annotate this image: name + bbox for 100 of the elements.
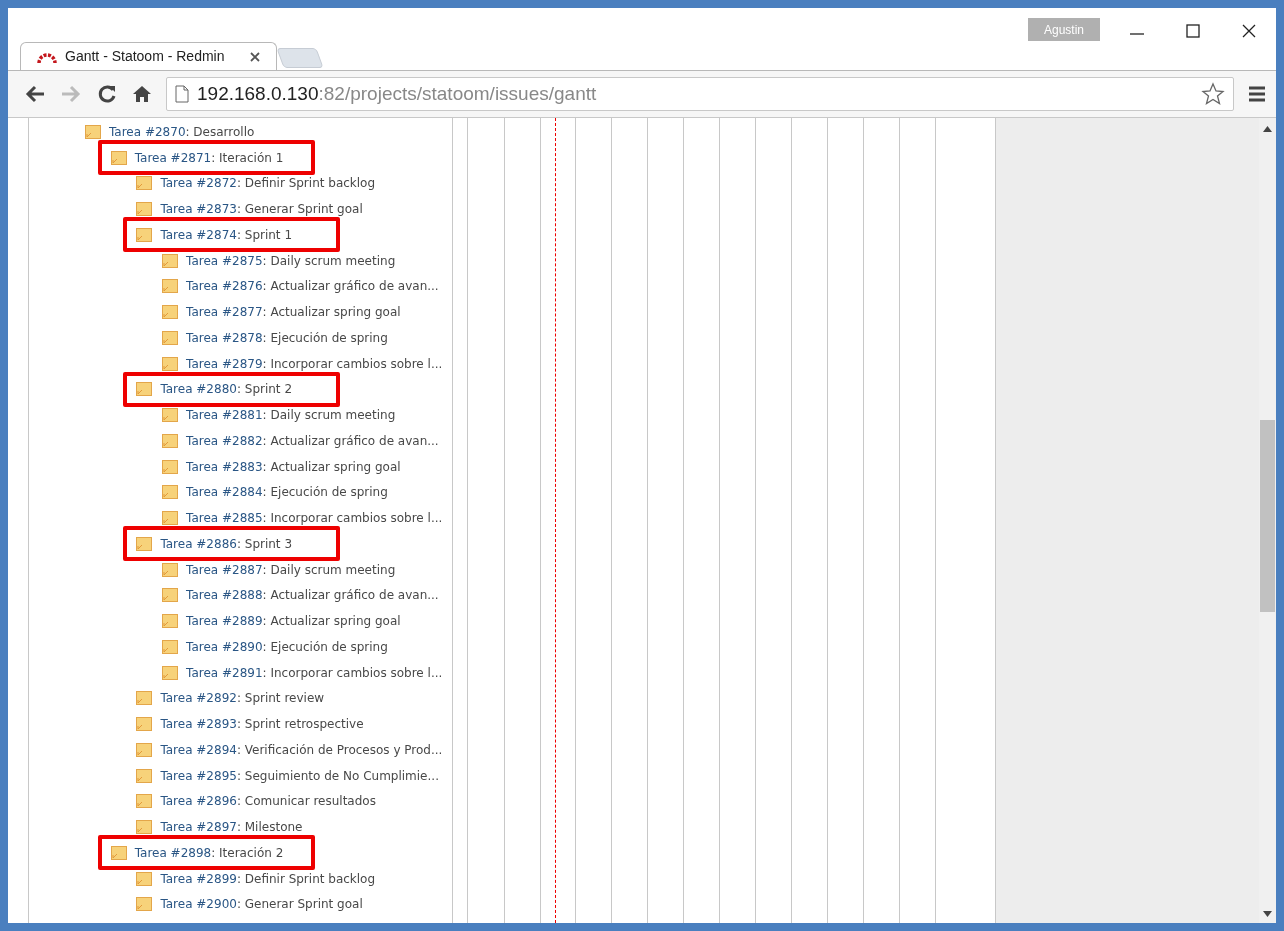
back-arrow-icon[interactable] [24,84,46,104]
issue-link[interactable]: Tarea #2896 [160,794,237,809]
issue-link[interactable]: Tarea #2871 [134,150,212,165]
task-icon [136,871,153,886]
issue-title: Tarea #2882: Actualizar gráfico de avan... [186,432,439,450]
issue-title: Tarea #2872: Definir Sprint backlog [160,175,376,193]
browser-tab[interactable]: Gantt - Statoom - Redmin [20,42,277,70]
issue-title: Tarea #2889: Actualizar spring goal [186,613,401,631]
issue-title: Tarea #2899: Definir Sprint backlog [160,870,376,888]
task-icon [136,717,153,732]
issue-link[interactable]: Tarea #2886 [160,536,237,551]
issue-title: Tarea #2897: Milestone [160,819,303,837]
issue-title: Tarea #2887: Daily scrum meeting [186,561,396,579]
task-icon [162,459,179,474]
issue-title: Tarea #2892: Sprint review [160,690,325,708]
task-icon [162,562,179,577]
task-icon [162,485,179,500]
task-icon [136,536,153,551]
task-icon [162,511,179,526]
issue-title: Tarea #2894: Verificación de Procesos y Prod... [160,741,443,759]
issue-title: Tarea #2884: Ejecución de spring [186,484,388,502]
issue-link[interactable]: Tarea #2891 [186,665,263,680]
issue-title: Tarea #2893: Sprint retrospective [160,716,364,734]
issue-link[interactable]: Tarea #2875 [186,253,263,268]
issue-title: Tarea #2879: Incorporar cambios sobre l... [186,355,443,373]
address-bar[interactable]: 192.168.0.130:82/projects/statoom/issues/gantt [166,77,1234,111]
maximize-icon[interactable] [1184,22,1202,40]
issue-title: Tarea #2875: Daily scrum meeting [186,252,396,270]
issue-link[interactable]: Tarea #2893 [160,717,237,732]
issue-link[interactable]: Tarea #2897 [160,820,237,835]
issue-title: Tarea #2877: Actualizar spring goal [186,304,401,322]
task-icon [136,382,153,397]
issue-link[interactable]: Tarea #2888 [186,588,263,603]
issue-title: Tarea #2900: Generar Sprint goal [160,896,363,914]
task-icon [162,614,179,629]
issue-link[interactable]: Tarea #2870 [109,124,186,139]
issue-title: Tarea #2898: Iteración 2 [134,844,284,862]
menu-icon[interactable] [1248,85,1266,103]
issue-link[interactable]: Tarea #2873 [160,202,237,217]
issue-link[interactable]: Tarea #2876 [186,279,263,294]
issue-link[interactable]: Tarea #2895 [160,768,237,783]
issue-link[interactable]: Tarea #2899 [160,871,237,886]
issue-link[interactable]: Tarea #2889 [186,614,263,629]
task-icon [136,768,153,783]
issue-title: Tarea #2880: Sprint 2 [160,381,293,399]
task-icon [110,845,127,860]
task-icon [136,897,153,912]
close-icon[interactable] [1240,22,1258,40]
issue-title: Tarea #2881: Daily scrum meeting [186,407,396,425]
issue-link[interactable]: Tarea #2884 [186,485,263,500]
task-icon [136,794,153,809]
task-icon [110,150,127,165]
issue-title: Tarea #2895: Seguimiento de No Cumplimie... [160,767,439,785]
close-icon[interactable] [250,51,260,62]
issue-link[interactable]: Tarea #2894 [160,742,237,757]
task-icon [136,227,153,242]
issue-title: Tarea #2888: Actualizar gráfico de avan... [186,587,439,605]
issue-link[interactable]: Tarea #2885 [186,511,263,526]
issue-link[interactable]: Tarea #2880 [160,382,237,397]
issue-link[interactable]: Tarea #2887 [186,562,263,577]
task-icon [136,820,153,835]
issue-link[interactable]: Tarea #2882 [186,433,263,448]
issue-link[interactable]: Tarea #2874 [160,227,237,242]
task-icon [136,691,153,706]
issue-title: Tarea #2883: Actualizar spring goal [186,458,401,476]
issue-title: Tarea #2874: Sprint 1 [160,226,293,244]
issue-link[interactable]: Tarea #2878 [186,330,263,345]
issue-title: Tarea #2878: Ejecución de spring [186,329,388,347]
task-icon [136,202,153,217]
issue-link[interactable]: Tarea #2872 [160,176,237,191]
task-icon [162,305,179,320]
task-icon [162,330,179,345]
issue-title: Tarea #2873: Generar Sprint goal [160,201,363,219]
issue-link[interactable]: Tarea #2883 [186,459,263,474]
issue-link[interactable]: Tarea #2879 [186,356,263,371]
task-icon [136,176,153,191]
reload-icon[interactable] [96,83,118,105]
url-text: 192.168.0.130:82/projects/statoom/issues/gantt [197,81,597,106]
issue-title: Tarea #2871: Iteración 1 [134,149,284,167]
issue-link[interactable]: Tarea #2900 [160,897,237,912]
issue-link[interactable]: Tarea #2877 [186,305,263,320]
task-icon [162,253,179,268]
issue-title: Tarea #2890: Ejecución de spring [186,638,388,656]
issue-link[interactable]: Tarea #2881 [186,408,263,423]
home-icon[interactable] [132,84,152,104]
issue-title: Tarea #2870: Desarrollo [109,123,255,141]
issue-link[interactable]: Tarea #2892 [160,691,237,706]
scroll-up-icon[interactable] [1263,126,1272,132]
issue-title: Tarea #2876: Actualizar gráfico de avan... [186,278,439,296]
scroll-down-icon[interactable] [1263,911,1272,917]
issue-title: Tarea #2886: Sprint 3 [160,535,293,553]
issue-title: Tarea #2885: Incorporar cambios sobre l... [186,510,443,528]
issue-link[interactable]: Tarea #2890 [186,639,263,654]
arch-logo-icon [37,50,57,63]
task-icon [85,124,101,139]
star-icon[interactable] [1201,82,1225,106]
task-icon [162,639,179,654]
task-icon [162,433,179,448]
scroll-thumb[interactable] [1260,420,1275,612]
task-icon [162,356,179,371]
